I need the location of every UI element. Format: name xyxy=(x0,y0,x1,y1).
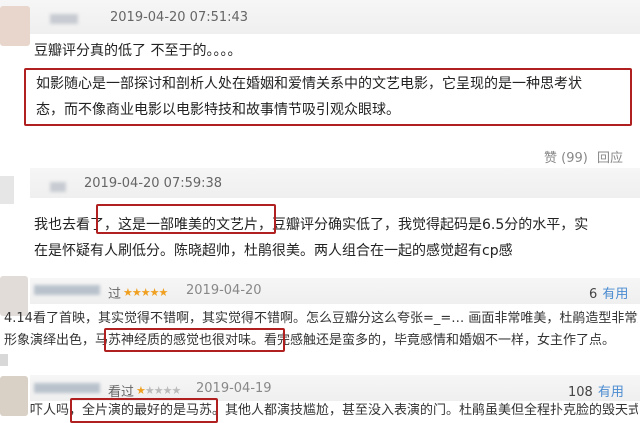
quote-text: 如影随心是一部探讨和剖析人处在婚姻和爱情关系中的文艺电影，它呈现的是一种思考状 … xyxy=(36,71,628,123)
quote-line: 如影随心是一部探讨和剖析人处在婚姻和爱情关系中的文艺电影，它呈现的是一种思考状 xyxy=(36,76,582,92)
review-date: 2019-04-19 xyxy=(196,381,272,396)
text-span: 形象演绎出色 xyxy=(4,333,83,348)
stars-filled: ★ xyxy=(136,384,146,397)
text-span: 其他人都演技尴尬，甚至没入表演的门。杜鹃虽美但全程扑克脸的毁天式 xyxy=(225,403,638,418)
review-date: 2019-04-20 xyxy=(186,283,262,298)
highlight-box xyxy=(96,204,276,234)
scroll-marker xyxy=(0,354,8,366)
review-text: 形象演绎出色，马苏神经质的感觉也很对味。看完感触还是蛮多的，毕竟感情和婚姻不一样… xyxy=(4,330,638,352)
rating-label: 过 xyxy=(108,287,122,302)
quote-line: 态，而不像商业电影以电影特技和故事情节吸引观众眼球。 xyxy=(36,102,400,118)
star-rating: ★★★★★ xyxy=(136,384,181,397)
comment-date: 2019-04-20 07:51:43 xyxy=(110,10,249,25)
text-span: ，豆瓣评分确实低了，我觉得起码是6.5分的水平，实 xyxy=(258,217,589,233)
username[interactable] xyxy=(50,182,66,192)
username[interactable] xyxy=(34,383,100,393)
useful-number: 6 xyxy=(589,287,598,302)
comment-header-bar xyxy=(0,0,640,34)
useful-count[interactable]: 108 有用 xyxy=(568,381,624,400)
useful-button[interactable]: 有用 xyxy=(602,287,628,302)
stars-empty: ★★★★ xyxy=(144,384,181,397)
review-text: 4.14看了首映，其实觉得不错啊，其实觉得不错啊。怎么豆瓣分这么夸张=_=… 画… xyxy=(4,311,638,326)
highlight-box xyxy=(70,398,218,423)
username[interactable] xyxy=(50,14,78,24)
useful-button[interactable]: 有用 xyxy=(598,385,624,400)
avatar[interactable] xyxy=(0,176,14,204)
text-span: 我也去看了 xyxy=(34,217,104,233)
reply-button[interactable]: 回应 xyxy=(597,147,623,166)
like-button[interactable]: 赞 (99) xyxy=(544,147,588,166)
review-header-bar xyxy=(30,278,640,304)
comment-text: 在是怀疑有人刷低分。陈晓超帅，杜鹃很美。两人组合在一起的感觉超有cp感 xyxy=(34,243,513,259)
text-span: 吓人吗 xyxy=(30,403,70,418)
avatar[interactable] xyxy=(0,6,30,46)
comment-text: 豆瓣评分真的低了 不至于的。。。。 xyxy=(34,43,242,59)
useful-number: 108 xyxy=(568,385,593,400)
stars-filled: ★★★★★ xyxy=(123,286,168,299)
text-span: 看完感触还是蛮多的，毕竟感情和婚姻不一样，女主作了点。 xyxy=(264,333,616,348)
highlight-box xyxy=(104,328,285,352)
username[interactable] xyxy=(34,285,100,295)
star-rating: ★★★★★ xyxy=(123,286,168,299)
avatar[interactable] xyxy=(0,376,28,416)
useful-count[interactable]: 6 有用 xyxy=(589,283,628,302)
comment-date: 2019-04-20 07:59:38 xyxy=(84,176,223,191)
